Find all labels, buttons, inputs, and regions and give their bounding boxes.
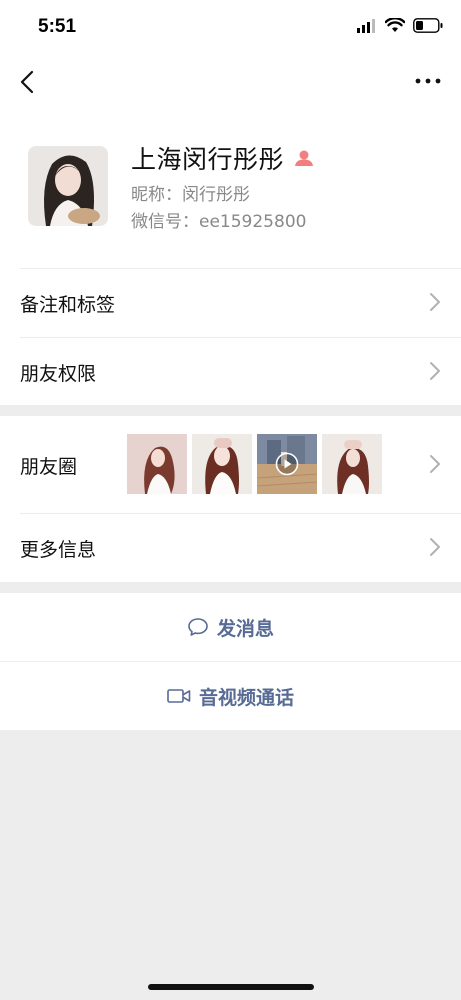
moments-photo-2 (192, 434, 252, 494)
remarks-tags-cell[interactable]: 备注和标签 (0, 268, 461, 337)
chevron-right-icon (430, 455, 440, 473)
chevron-right-icon (430, 293, 440, 311)
moments-thumbnail (192, 434, 252, 494)
divider (20, 337, 461, 338)
avatar[interactable] (28, 146, 108, 226)
chevron-right-icon (430, 362, 440, 380)
more-options-button[interactable] (413, 68, 443, 94)
name-row: 上海闵行彤彤 (131, 140, 314, 176)
send-message-label: 发消息 (216, 617, 274, 640)
signal-icon (357, 18, 375, 33)
send-message-button[interactable]: 发消息 (0, 593, 461, 661)
moments-photo-1 (127, 434, 187, 494)
divider (20, 661, 461, 662)
play-icon (275, 452, 299, 476)
wechat-id-text: 微信号：ee15925800 (131, 212, 307, 232)
moments-thumbnails (127, 434, 382, 494)
divider (20, 513, 461, 514)
moments-video-thumbnail (257, 434, 317, 494)
moments-cell[interactable]: 朋友圈 (0, 416, 461, 513)
moments-thumbnail (127, 434, 187, 494)
contact-name: 上海闵行彤彤 (131, 145, 285, 174)
avatar-image (28, 146, 108, 226)
chevron-right-icon (430, 538, 440, 556)
status-bar: 5:51 (0, 0, 461, 58)
video-camera-icon (167, 689, 191, 703)
battery-icon (413, 18, 443, 33)
wifi-icon (385, 18, 405, 32)
moments-label: 朋友圈 (20, 456, 78, 478)
home-indicator (148, 984, 314, 990)
video-call-label: 音视频通话 (198, 686, 294, 709)
profile-header: 上海闵行彤彤 昵称：闵行彤彤 微信号：ee15925800 (0, 106, 461, 268)
moments-photo-4 (322, 434, 382, 494)
friend-permissions-label: 朋友权限 (20, 363, 97, 385)
friend-permissions-cell[interactable]: 朋友权限 (0, 337, 461, 405)
person-badge-icon (295, 150, 314, 166)
back-button[interactable] (14, 66, 44, 98)
divider (20, 268, 461, 269)
remarks-tags-label: 备注和标签 (20, 294, 116, 316)
more-dots-icon (415, 78, 441, 84)
video-call-button[interactable]: 音视频通话 (0, 661, 461, 730)
nav-bar (0, 58, 461, 106)
chat-bubble-icon (188, 618, 208, 636)
more-info-label: 更多信息 (20, 539, 97, 561)
nickname-text: 昵称：闵行彤彤 (131, 185, 250, 205)
moments-thumbnail (322, 434, 382, 494)
chevron-left-icon (20, 70, 34, 94)
status-icons (357, 18, 443, 33)
status-time: 5:51 (38, 16, 77, 37)
more-info-cell[interactable]: 更多信息 (0, 513, 461, 582)
